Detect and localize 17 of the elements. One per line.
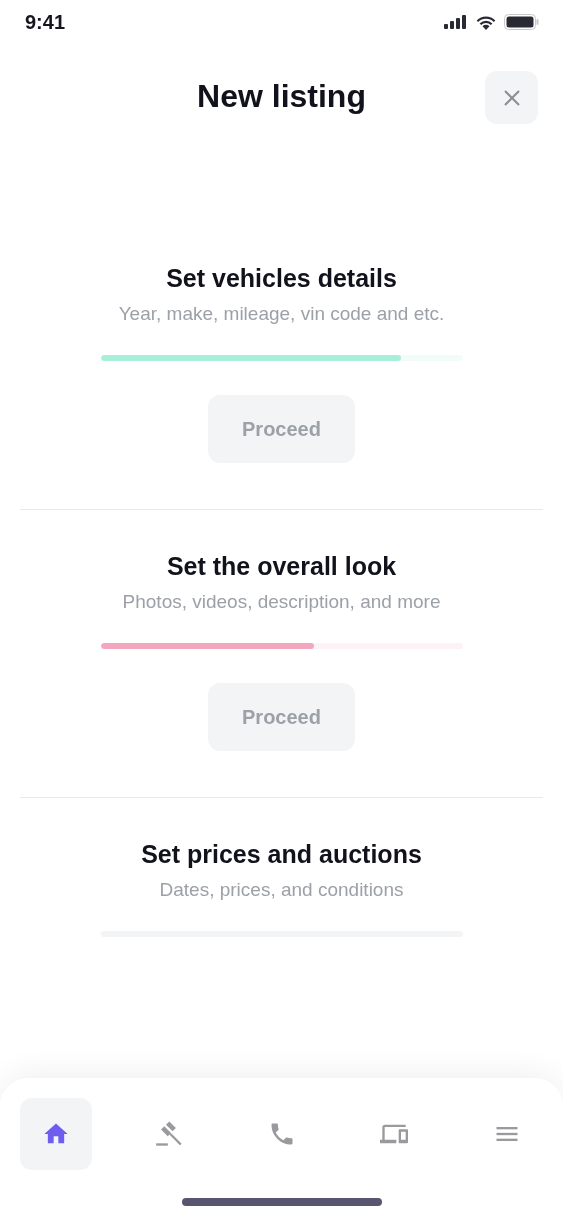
signal-icon (444, 15, 468, 29)
step-subtitle: Dates, prices, and conditions (159, 879, 404, 901)
step-title: Set vehicles details (166, 264, 397, 293)
status-time: 9:41 (25, 10, 66, 34)
close-button[interactable] (485, 71, 538, 124)
gavel-icon (154, 1120, 183, 1148)
step-subtitle: Year, make, mileage, vin code and etc. (118, 303, 445, 325)
close-icon (502, 88, 521, 107)
step-title: Set prices and auctions (141, 840, 422, 869)
step-subtitle: Photos, videos, description, and more (122, 591, 441, 613)
proceed-button[interactable]: Proceed (208, 683, 355, 751)
proceed-button[interactable]: Proceed (208, 395, 355, 463)
page-title: New listing (197, 77, 366, 115)
tab-button[interactable] (20, 1098, 92, 1170)
step-title: Set the overall look (166, 552, 397, 581)
battery-icon (504, 14, 539, 30)
wifi-icon (475, 14, 497, 30)
